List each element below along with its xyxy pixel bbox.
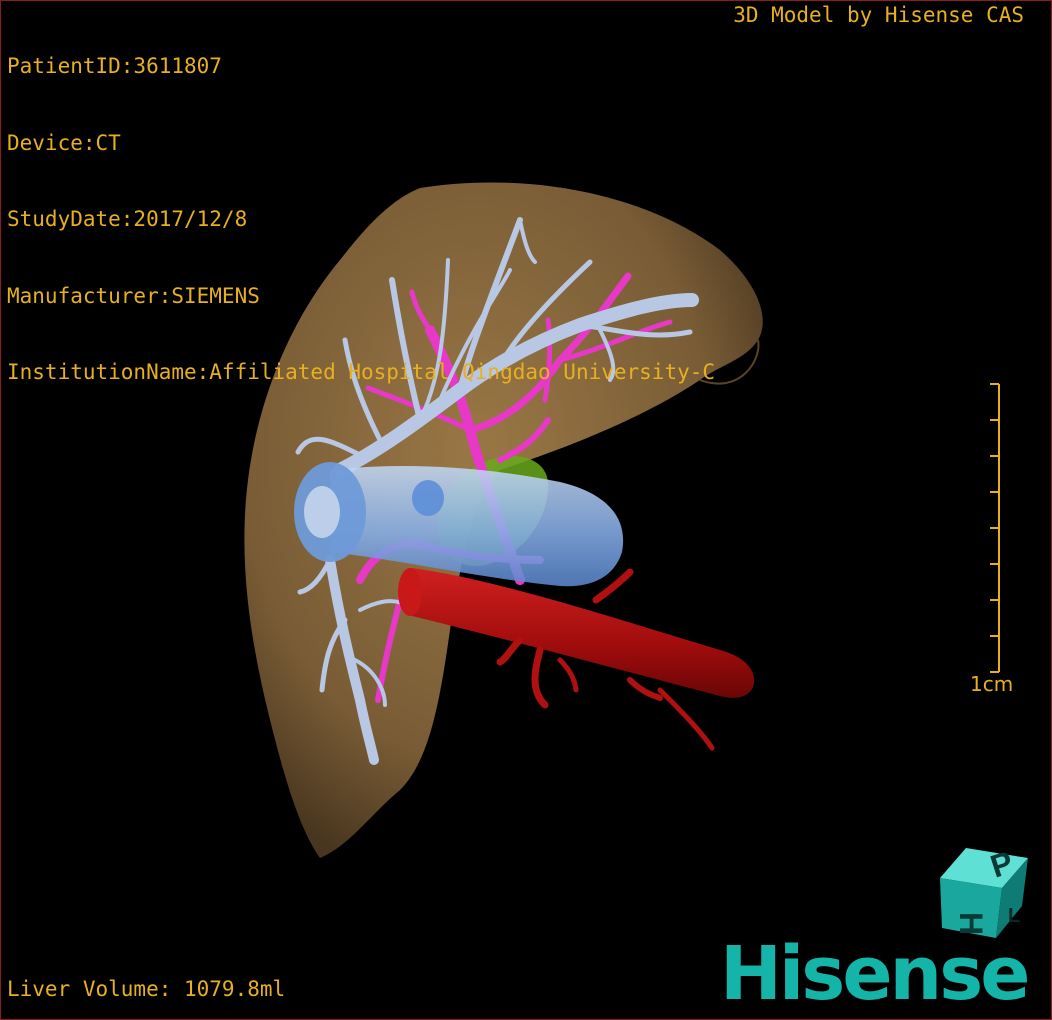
study-info-panel: PatientID:3611807 Device:CT StudyDate:20… [7,3,715,411]
device-label: Device:CT [7,130,121,155]
model-credit-label: 3D Model by Hisense CAS [733,3,1024,27]
hisense-logo: Hisense [720,931,1030,1017]
liver-volume-label: Liver Volume: 1079.8ml [7,977,286,1001]
manufacturer-label: Manufacturer:SIEMENS [7,283,260,308]
institution-label: InstitutionName:Affiliated Hospital Qing… [7,360,716,384]
cube-letter-l: L [1008,905,1020,927]
scale-bar-label: 1cm [970,672,1014,696]
patient-id-label: PatientID:3611807 [7,54,222,78]
scale-bar [990,383,1000,673]
orientation-cube-icon[interactable]: P H L [940,844,1028,938]
aorta-icon[interactable] [398,568,755,751]
study-date-label: StudyDate:2017/12/8 [7,207,248,231]
